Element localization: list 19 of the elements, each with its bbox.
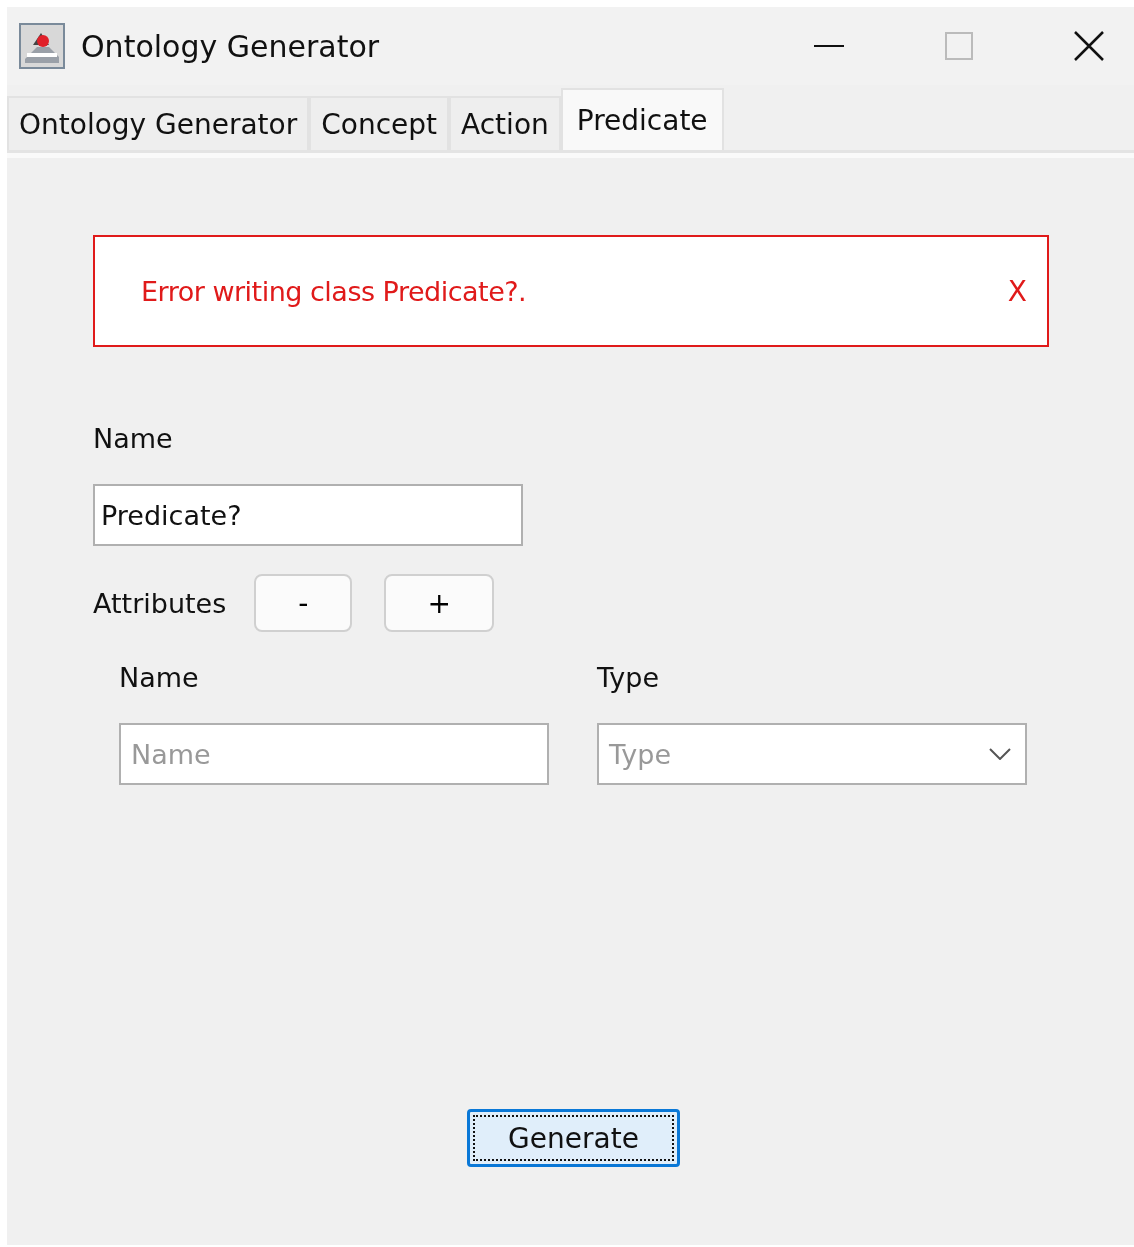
column-label: Type bbox=[597, 662, 660, 693]
add-button[interactable]: + bbox=[384, 574, 495, 632]
tab[interactable]: Ontology Generator bbox=[7, 96, 310, 150]
column-label: Name bbox=[119, 662, 200, 693]
chevron-down-icon bbox=[989, 748, 1011, 760]
close-icon[interactable] bbox=[1074, 31, 1104, 61]
window-title: Ontology Generator bbox=[81, 28, 380, 64]
tab[interactable]: Concept bbox=[309, 96, 450, 150]
remove-button[interactable]: - bbox=[254, 574, 353, 632]
field-label: Name bbox=[93, 423, 174, 454]
error-message: Error writing class Predicate?. bbox=[141, 275, 527, 307]
generate-button[interactable]: Generate bbox=[467, 1109, 680, 1167]
attributes-label: Attributes bbox=[93, 587, 227, 619]
tab[interactable]: Action bbox=[449, 96, 561, 150]
app-icon bbox=[19, 23, 65, 69]
tab[interactable]: Predicate bbox=[560, 88, 724, 150]
input-field[interactable]: Predicate? bbox=[93, 484, 523, 546]
input-field[interactable]: Name bbox=[119, 723, 549, 785]
close-button[interactable]: X bbox=[1007, 274, 1027, 308]
